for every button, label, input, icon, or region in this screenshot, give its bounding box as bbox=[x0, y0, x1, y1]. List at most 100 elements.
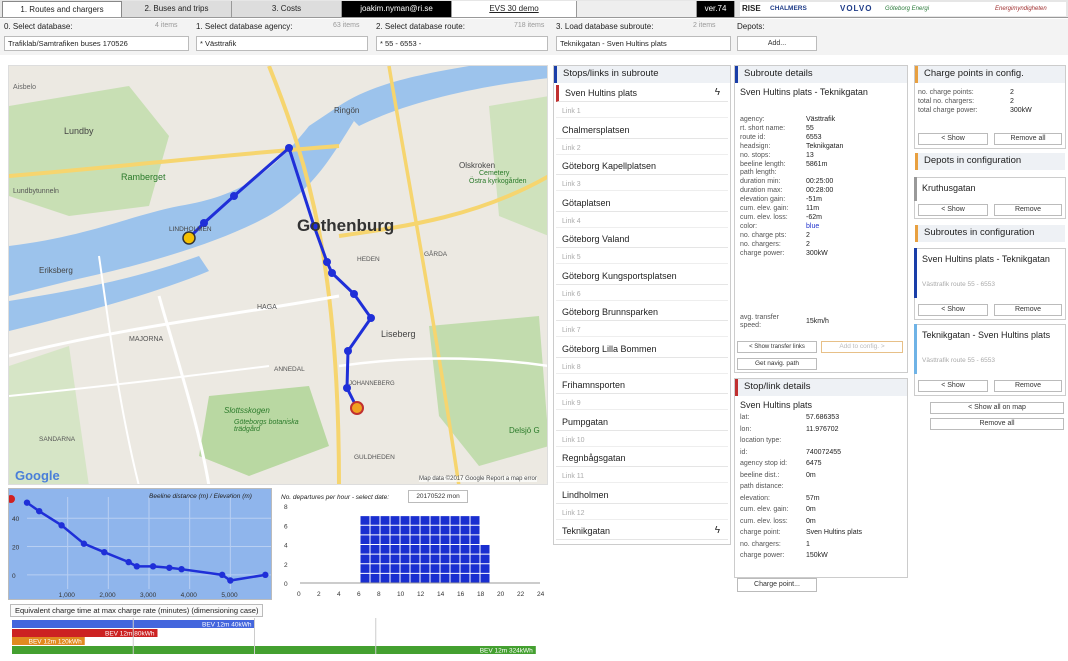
field-label: location type: bbox=[740, 437, 782, 444]
field-value: Sven Hultins plats bbox=[806, 529, 863, 536]
departure-bar-cell bbox=[450, 516, 460, 525]
charge-time-chart: Equivalent charge time at max charge rat… bbox=[8, 604, 548, 659]
link-row[interactable]: Link 3 bbox=[556, 178, 728, 191]
link-row[interactable]: Link 12 bbox=[556, 507, 728, 520]
x-tick-label: 0 bbox=[297, 591, 301, 598]
map-label: HAGA bbox=[257, 304, 277, 311]
field-label: headsign: bbox=[740, 142, 771, 150]
map-label: Aisbelo bbox=[13, 84, 36, 91]
link-row[interactable]: Link 4 bbox=[556, 215, 728, 228]
add-to-config-button[interactable]: Add to config. > bbox=[821, 341, 903, 353]
field-value: 5861m bbox=[806, 160, 828, 168]
departure-bar-cell bbox=[390, 573, 400, 583]
stop-row[interactable]: Göteborg Brunnsparken bbox=[556, 304, 728, 321]
departure-bar-cell bbox=[400, 535, 410, 544]
map-label: Ringön bbox=[334, 106, 360, 115]
stop-row[interactable]: Pumpgatan bbox=[556, 414, 728, 431]
charge-bar bbox=[12, 646, 536, 654]
map-attribution[interactable]: Map data ©2017 Google Report a map error bbox=[419, 476, 537, 482]
field-label: elevation gain: bbox=[740, 196, 786, 204]
x-tick-label: 3,000 bbox=[140, 592, 157, 599]
depot-show-button[interactable]: < Show bbox=[918, 204, 988, 216]
link-row[interactable]: Link 2 bbox=[556, 142, 728, 155]
link-row[interactable]: Link 6 bbox=[556, 288, 728, 301]
tab-routes-and-chargers[interactable]: 1. Routes and chargers bbox=[2, 1, 122, 17]
charge-time-plot: BEV 12m 40kWh BEV 12m 80kWh BEV 12m 120kWh… bbox=[12, 618, 536, 655]
stop-row[interactable]: Göteborg Valand bbox=[556, 231, 728, 248]
departure-bar-cell bbox=[420, 516, 430, 525]
charge-points-remove-all-button[interactable]: Remove all bbox=[994, 133, 1062, 145]
subroute-show-button[interactable]: < Show bbox=[918, 380, 988, 392]
stop-row[interactable]: Lindholmen bbox=[556, 487, 728, 504]
stop-row[interactable]: Göteborg Kapellplatsen bbox=[556, 158, 728, 175]
departure-bar-cell bbox=[430, 525, 440, 535]
map-view[interactable]: Aisbelo Ringön Lundby Ramberget Lundbytu… bbox=[8, 65, 548, 485]
elevation-chart[interactable]: Beeline distance (m) / Elevation (m) 40 2… bbox=[8, 488, 272, 600]
add-depot-button[interactable]: Add... bbox=[737, 36, 817, 51]
departure-bar-cell bbox=[400, 554, 410, 564]
stop-row[interactable]: Göteborg Lilla Bommen bbox=[556, 341, 728, 358]
elevation-point bbox=[133, 563, 140, 570]
link-row[interactable]: Link 10 bbox=[556, 434, 728, 447]
depot-remove-button[interactable]: Remove bbox=[994, 204, 1062, 216]
subroute-title: Sven Hultins plats - Teknikgatan bbox=[922, 254, 1050, 264]
stop-row[interactable]: Sven Hultins plats ϟ bbox=[556, 85, 728, 102]
departure-bar-cell bbox=[420, 525, 430, 535]
x-tick-label: 2,000 bbox=[99, 592, 116, 599]
field-value: 57.686353 bbox=[806, 414, 840, 421]
show-transfer-links-button[interactable]: < Show transfer links bbox=[737, 341, 817, 353]
stop-details-header: Stop/link details bbox=[735, 379, 907, 396]
demo-link[interactable]: EVS 30 demo bbox=[452, 1, 577, 17]
field-value: 0m bbox=[806, 506, 816, 513]
map-label: Cemetery bbox=[479, 170, 510, 177]
link-row[interactable]: Link 7 bbox=[556, 324, 728, 337]
charge-points-show-button[interactable]: < Show bbox=[918, 133, 988, 145]
stop-row[interactable]: Chalmersplatsen bbox=[556, 122, 728, 139]
field-label: duration max: bbox=[740, 187, 783, 195]
charge-bar-label: BEV 12m 80kWh bbox=[105, 631, 155, 638]
subroute-remove-button[interactable]: Remove bbox=[994, 304, 1062, 316]
departure-bar-cell bbox=[460, 525, 470, 535]
stop-row[interactable]: Götaplatsen bbox=[556, 195, 728, 212]
field-label: beeline length: bbox=[740, 160, 786, 168]
spacer bbox=[577, 1, 697, 17]
subroute-select[interactable]: Teknikgatan - Sven Hultins plats bbox=[556, 36, 731, 51]
field-label: agency: bbox=[740, 116, 765, 123]
departure-bar-cell bbox=[450, 535, 460, 544]
link-row[interactable]: Link 8 bbox=[556, 361, 728, 374]
stop-row[interactable]: Göteborg Kungsportsplatsen bbox=[556, 268, 728, 285]
y-tick-label: 2 bbox=[284, 562, 288, 569]
route-select[interactable]: * 55 - 6553 - bbox=[376, 36, 548, 51]
elevation-point bbox=[149, 563, 157, 570]
elevation-point bbox=[125, 558, 132, 566]
departure-bar-cell bbox=[410, 564, 420, 573]
field-value: 13 bbox=[806, 151, 814, 159]
elevation-point bbox=[262, 571, 269, 579]
charger-bolt-icon: ϟ bbox=[714, 525, 720, 536]
stop-row[interactable]: Frihamnsporten bbox=[556, 377, 728, 394]
remove-all-subroutes-button[interactable]: Remove all bbox=[930, 418, 1064, 430]
subroute-label: 3. Load database subroute: bbox=[556, 22, 654, 31]
link-row[interactable]: Link 1 bbox=[556, 105, 728, 118]
show-all-on-map-button[interactable]: < Show all on map bbox=[930, 402, 1064, 414]
map-label-city: Gothenburg bbox=[297, 216, 395, 235]
stop-row[interactable]: Regnbågsgatan bbox=[556, 450, 728, 467]
database-select[interactable]: Trafiklab/Samtrafiken buses 170526 bbox=[4, 36, 189, 51]
link-row[interactable]: Link 9 bbox=[556, 397, 728, 410]
subroute-remove-button[interactable]: Remove bbox=[994, 380, 1062, 392]
tab-costs[interactable]: 3. Costs bbox=[232, 1, 342, 17]
stop-row[interactable]: Teknikgatan ϟ bbox=[556, 523, 728, 540]
tab-buses-and-trips[interactable]: 2. Buses and trips bbox=[122, 1, 232, 17]
subroute-color-bar bbox=[914, 248, 917, 298]
departure-bar-cell bbox=[480, 554, 490, 564]
link-row[interactable]: Link 5 bbox=[556, 251, 728, 264]
subroute-show-button[interactable]: < Show bbox=[918, 304, 988, 316]
tab-bar: 1. Routes and chargers 2. Buses and trip… bbox=[0, 0, 1068, 18]
get-navig-path-button[interactable]: Get navig. path bbox=[737, 358, 817, 370]
agency-select[interactable]: * Västtrafik bbox=[196, 36, 368, 51]
subroute-subtitle: Västtrafik route 55 - 6553 bbox=[922, 357, 995, 364]
departure-bar-cell bbox=[420, 554, 430, 564]
x-tick-label: 10 bbox=[397, 591, 405, 598]
charge-point-button[interactable]: Charge point... bbox=[737, 578, 817, 592]
link-row[interactable]: Link 11 bbox=[556, 470, 728, 483]
